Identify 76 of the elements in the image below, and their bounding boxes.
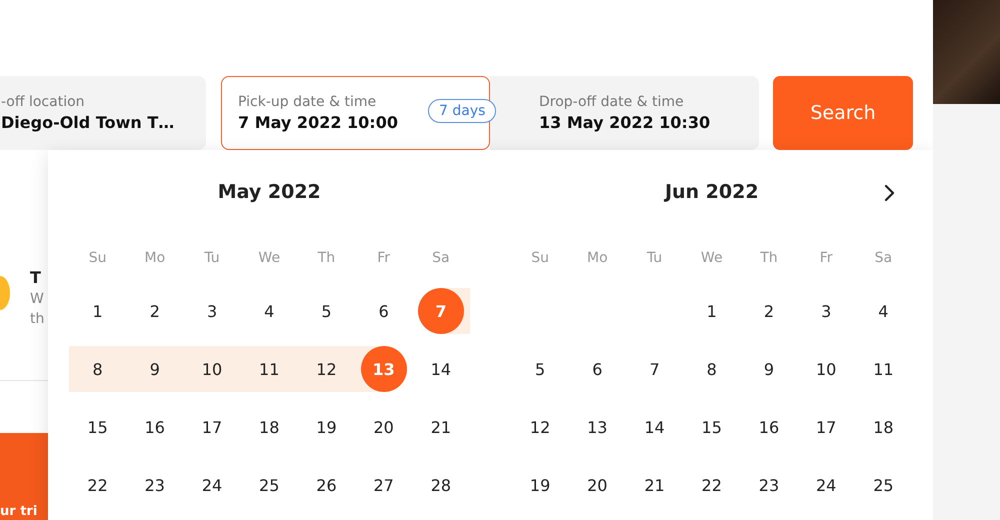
calendar-day[interactable]: 24 [189, 462, 236, 508]
weekday-label: Tu [204, 250, 220, 266]
weekday-label: Sa [432, 250, 450, 266]
search-field[interactable]: -off location Diego-Old Town T… [0, 76, 206, 150]
calendar-day[interactable]: 27 [360, 462, 407, 508]
weekday-label: Su [531, 250, 549, 266]
calendar-day[interactable]: 10 [803, 346, 850, 392]
calendar-day[interactable]: 23 [132, 462, 178, 508]
chevron-right-icon[interactable] [884, 184, 896, 202]
calendar-day[interactable]: 2 [746, 288, 792, 334]
search-field[interactable]: Drop-off date & time 13 May 2022 10:30 [490, 76, 759, 150]
calendar-day[interactable]: 6 [574, 346, 620, 392]
calendar-day[interactable]: 1 [74, 288, 121, 334]
calendar-day[interactable]: 19 [303, 404, 350, 450]
card-text: W [30, 291, 44, 307]
weekday-label: We [258, 250, 280, 266]
calendar-day[interactable]: 21 [418, 404, 464, 450]
calendar-day[interactable]: 14 [632, 404, 678, 450]
calendar-day[interactable]: 1 [688, 288, 735, 334]
calendar-day[interactable]: 3 [803, 288, 850, 334]
calendar-day[interactable]: 17 [803, 404, 850, 450]
calendar-day[interactable]: 13 [574, 404, 620, 450]
duration-badge: 7 days [428, 99, 496, 123]
calendar-day[interactable]: 17 [189, 404, 236, 450]
weekday-label: We [700, 250, 723, 266]
calendar-day[interactable]: 5 [517, 346, 564, 392]
banner-text: ur tri [0, 504, 38, 519]
card-title: T [30, 268, 42, 287]
calendar-day[interactable]: 25 [246, 462, 292, 508]
weekday-label: Fr [377, 250, 390, 266]
calendar-day[interactable]: 12 [303, 346, 350, 392]
calendar-day[interactable]: 15 [688, 404, 735, 450]
weekday-label: Th [760, 250, 778, 266]
weekday-label: Fr [820, 250, 833, 266]
calendar-day[interactable]: 3 [189, 288, 236, 334]
card-text: th [30, 311, 44, 327]
calendar-day[interactable]: 16 [132, 404, 178, 450]
weekday-label: Th [318, 250, 336, 266]
calendar-day[interactable]: 8 [74, 346, 121, 392]
calendar-day[interactable]: 20 [574, 462, 620, 508]
calendar-day[interactable]: 21 [632, 462, 678, 508]
calendar-day[interactable]: 4 [860, 288, 906, 334]
month-title: Jun 2022 [664, 181, 759, 203]
month-title: May 2022 [218, 181, 321, 203]
calendar-day[interactable]: 5 [303, 288, 350, 334]
calendar-day[interactable]: 7 [632, 346, 678, 392]
weekday-label: Mo [144, 250, 166, 266]
calendar-day[interactable]: 24 [803, 462, 850, 508]
calendar-day[interactable]: 15 [74, 404, 121, 450]
calendar-day[interactable]: 22 [688, 462, 735, 508]
calendar-day[interactable]: 20 [360, 404, 407, 450]
calendar-day[interactable]: 25 [860, 462, 906, 508]
weekday-label: Tu [646, 250, 662, 266]
calendar-day[interactable]: 8 [688, 346, 735, 392]
calendar-day[interactable]: 4 [246, 288, 292, 334]
calendar-day[interactable]: 9 [746, 346, 792, 392]
calendar-day[interactable]: 19 [517, 462, 564, 508]
calendar-day[interactable]: 9 [132, 346, 178, 392]
calendar-day[interactable]: 26 [303, 462, 350, 508]
calendar-day[interactable]: 18 [860, 404, 906, 450]
calendar-day[interactable]: 2 [132, 288, 178, 334]
range-highlight [69, 346, 126, 392]
calendar-day[interactable]: 12 [517, 404, 564, 450]
calendar-day[interactable]: 18 [246, 404, 292, 450]
calendar-day[interactable]: 16 [746, 404, 792, 450]
calendar-day[interactable]: 14 [418, 346, 464, 392]
weekday-label: Sa [874, 250, 892, 266]
weekday-label: Su [88, 250, 106, 266]
weekday-label: Mo [586, 250, 608, 266]
calendar-day[interactable]: 6 [360, 288, 407, 334]
calendar-day[interactable]: 23 [746, 462, 792, 508]
calendar-day[interactable]: 28 [418, 462, 464, 508]
calendar-day[interactable]: 22 [74, 462, 121, 508]
calendar-day[interactable]: 11 [246, 346, 292, 392]
calendar-day[interactable]: 10 [189, 346, 236, 392]
calendar-day[interactable]: 11 [860, 346, 906, 392]
